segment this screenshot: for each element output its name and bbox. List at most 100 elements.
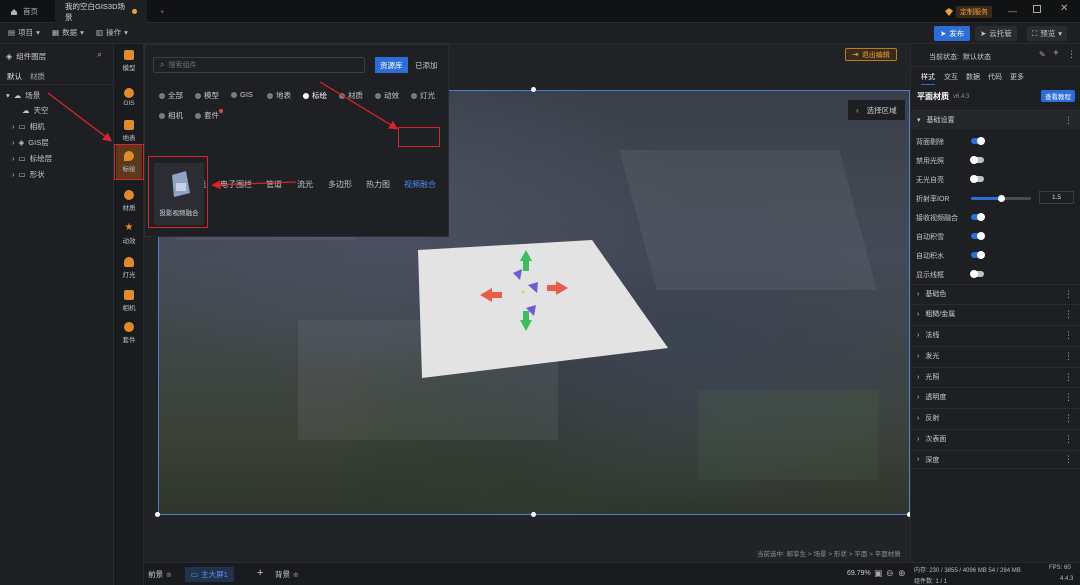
zoom-level[interactable]: 69.79%: [847, 570, 871, 577]
kebab-icon[interactable]: ⋮: [1064, 434, 1073, 445]
wireframe-toggle[interactable]: [970, 270, 984, 278]
subtab-polygon[interactable]: 多边形: [328, 179, 352, 190]
add-icon[interactable]: +: [1053, 48, 1059, 59]
subtab-streamer[interactable]: 流光: [297, 179, 313, 190]
rail-item-model[interactable]: 模型: [114, 44, 144, 78]
section-normal[interactable]: › 法线 ⋮: [911, 325, 1080, 344]
minimize-icon[interactable]: —: [1008, 6, 1017, 16]
tree-item-sky[interactable]: ☁ 天空: [22, 103, 49, 117]
edit-icon[interactable]: ✎: [1039, 50, 1046, 59]
scene-tab-main[interactable]: ▭ 主大屏1: [185, 567, 234, 582]
maximize-icon[interactable]: [1033, 5, 1041, 13]
menu-data[interactable]: ▦ 数据 ▾: [52, 27, 84, 38]
category-light[interactable]: 灯光: [411, 90, 435, 101]
section-roughness[interactable]: › 粗糙/金属 ⋮: [911, 304, 1080, 323]
add-circle-icon[interactable]: ⊕: [293, 571, 299, 579]
rail-item-camera[interactable]: 相机: [114, 284, 144, 318]
preview-button[interactable]: ⛶ 预览 ▾: [1027, 26, 1068, 41]
rail-item-material[interactable]: 材质: [114, 184, 144, 218]
receive-video-toggle[interactable]: [971, 213, 985, 221]
custom-service-button[interactable]: 定制服务: [945, 5, 992, 18]
tree-item-scene[interactable]: ▾ ☁ 场景: [6, 88, 40, 102]
zoom-in-icon[interactable]: ⊕: [898, 568, 906, 579]
subtab-fence[interactable]: 电子围栏: [220, 179, 252, 190]
section-basic[interactable]: ▾ 基础设置 ⋮: [911, 110, 1080, 129]
tree-item-plot-layer[interactable]: › ▭ 标绘层: [12, 151, 52, 165]
subtab-video-fusion[interactable]: 视频融合: [404, 179, 436, 190]
section-depth[interactable]: › 深度 ⋮: [911, 450, 1080, 469]
new-tab-button[interactable]: +: [150, 0, 170, 23]
library-button[interactable]: 资源库: [375, 57, 408, 73]
cloud-host-button[interactable]: ➤ 云托管: [975, 26, 1017, 41]
kebab-icon[interactable]: ⋮: [1064, 330, 1073, 341]
plane-object[interactable]: [410, 235, 675, 385]
scene-tab-foreground[interactable]: 前景 ⊕: [148, 569, 172, 580]
tree-item-shape[interactable]: › ▭ 形状: [12, 167, 45, 181]
subtab-pipe[interactable]: 管道: [266, 179, 282, 190]
selection-handle[interactable]: [155, 512, 160, 517]
section-subsurface[interactable]: › 次表面 ⋮: [911, 429, 1080, 448]
kebab-icon[interactable]: ⋮: [1064, 413, 1073, 424]
menu-operation[interactable]: ▥ 操作 ▾: [96, 27, 128, 38]
category-kit[interactable]: 套件: [195, 110, 219, 121]
menu-project[interactable]: ▤ 项目 ▾: [8, 27, 40, 38]
tab-more[interactable]: 更多: [1010, 72, 1024, 82]
kebab-icon[interactable]: ⋮: [1064, 454, 1073, 465]
category-terrain[interactable]: 地表: [267, 90, 291, 101]
kebab-icon[interactable]: ⋮: [1064, 392, 1073, 403]
slider-thumb[interactable]: [998, 195, 1005, 202]
scene-tab-background[interactable]: 背景 ⊕: [275, 569, 299, 580]
exit-edit-button[interactable]: ⇥ 退出编辑: [845, 48, 897, 61]
auto-snow-toggle[interactable]: [971, 232, 985, 240]
tab-scene[interactable]: 我的空白GIS3D场景: [55, 0, 147, 23]
select-area-button[interactable]: ‹ 选择区域: [848, 100, 905, 120]
zoom-out-icon[interactable]: ⊖: [886, 568, 894, 579]
kebab-icon[interactable]: ⋮: [1064, 115, 1073, 126]
category-model[interactable]: 模型: [195, 90, 219, 101]
category-gis[interactable]: GIS: [231, 90, 253, 99]
rail-item-kit[interactable]: 套件: [114, 316, 144, 350]
component-search-input[interactable]: ⌕ 搜索组件: [153, 57, 365, 73]
ior-slider[interactable]: [971, 195, 1031, 202]
tab-style[interactable]: 样式: [921, 72, 935, 85]
close-icon[interactable]: ✕: [1060, 3, 1068, 14]
category-all[interactable]: 全部: [159, 90, 183, 101]
ior-value-input[interactable]: 1.5: [1039, 191, 1074, 204]
category-material[interactable]: 材质: [339, 90, 363, 101]
section-lighting[interactable]: › 光照 ⋮: [911, 367, 1080, 386]
category-effect[interactable]: 动效: [375, 90, 399, 101]
category-camera[interactable]: 相机: [159, 110, 183, 121]
tab-data[interactable]: 数据: [966, 72, 980, 82]
tab-material[interactable]: 材质: [30, 71, 45, 82]
tab-interaction[interactable]: 交互: [944, 72, 958, 82]
tutorial-button[interactable]: 查看教程: [1041, 90, 1075, 102]
tree-item-camera[interactable]: › ▭ 相机: [12, 119, 45, 133]
auto-water-toggle[interactable]: [971, 251, 985, 259]
section-reflection[interactable]: › 反射 ⋮: [911, 408, 1080, 427]
add-scene-button[interactable]: +: [257, 567, 263, 579]
more-icon[interactable]: ⋮: [1067, 49, 1076, 60]
section-opacity[interactable]: › 透明度 ⋮: [911, 387, 1080, 406]
publish-button[interactable]: ➤ 发布: [934, 26, 971, 41]
rail-item-effect[interactable]: ★ 动效: [114, 217, 144, 251]
section-base-color[interactable]: › 基础色 ⋮: [911, 284, 1080, 303]
added-button[interactable]: 已添加: [411, 57, 442, 73]
tab-home[interactable]: 首页: [0, 0, 52, 23]
selection-handle[interactable]: [531, 512, 536, 517]
rail-item-gis[interactable]: GIS: [114, 80, 144, 114]
selection-handle[interactable]: [531, 87, 536, 92]
tab-code[interactable]: 代码: [988, 72, 1002, 82]
tree-item-gis-layer[interactable]: › ◈ GIS层: [12, 135, 49, 149]
disable-light-toggle[interactable]: [970, 156, 984, 164]
kebab-icon[interactable]: ⋮: [1064, 351, 1073, 362]
rail-item-terrain[interactable]: 地表: [114, 114, 144, 148]
rail-item-light[interactable]: 灯光: [114, 251, 144, 285]
backface-cull-toggle[interactable]: [971, 137, 985, 145]
subtab-heatmap[interactable]: 热力图: [366, 179, 390, 190]
search-icon[interactable]: ⌕: [97, 49, 102, 60]
section-emissive[interactable]: › 发光 ⋮: [911, 346, 1080, 365]
fit-screen-icon[interactable]: ▣: [874, 568, 883, 579]
state-display[interactable]: 当前状态: 默认状态: [929, 52, 991, 62]
kebab-icon[interactable]: ⋮: [1064, 372, 1073, 383]
tab-default[interactable]: 默认: [7, 71, 22, 85]
